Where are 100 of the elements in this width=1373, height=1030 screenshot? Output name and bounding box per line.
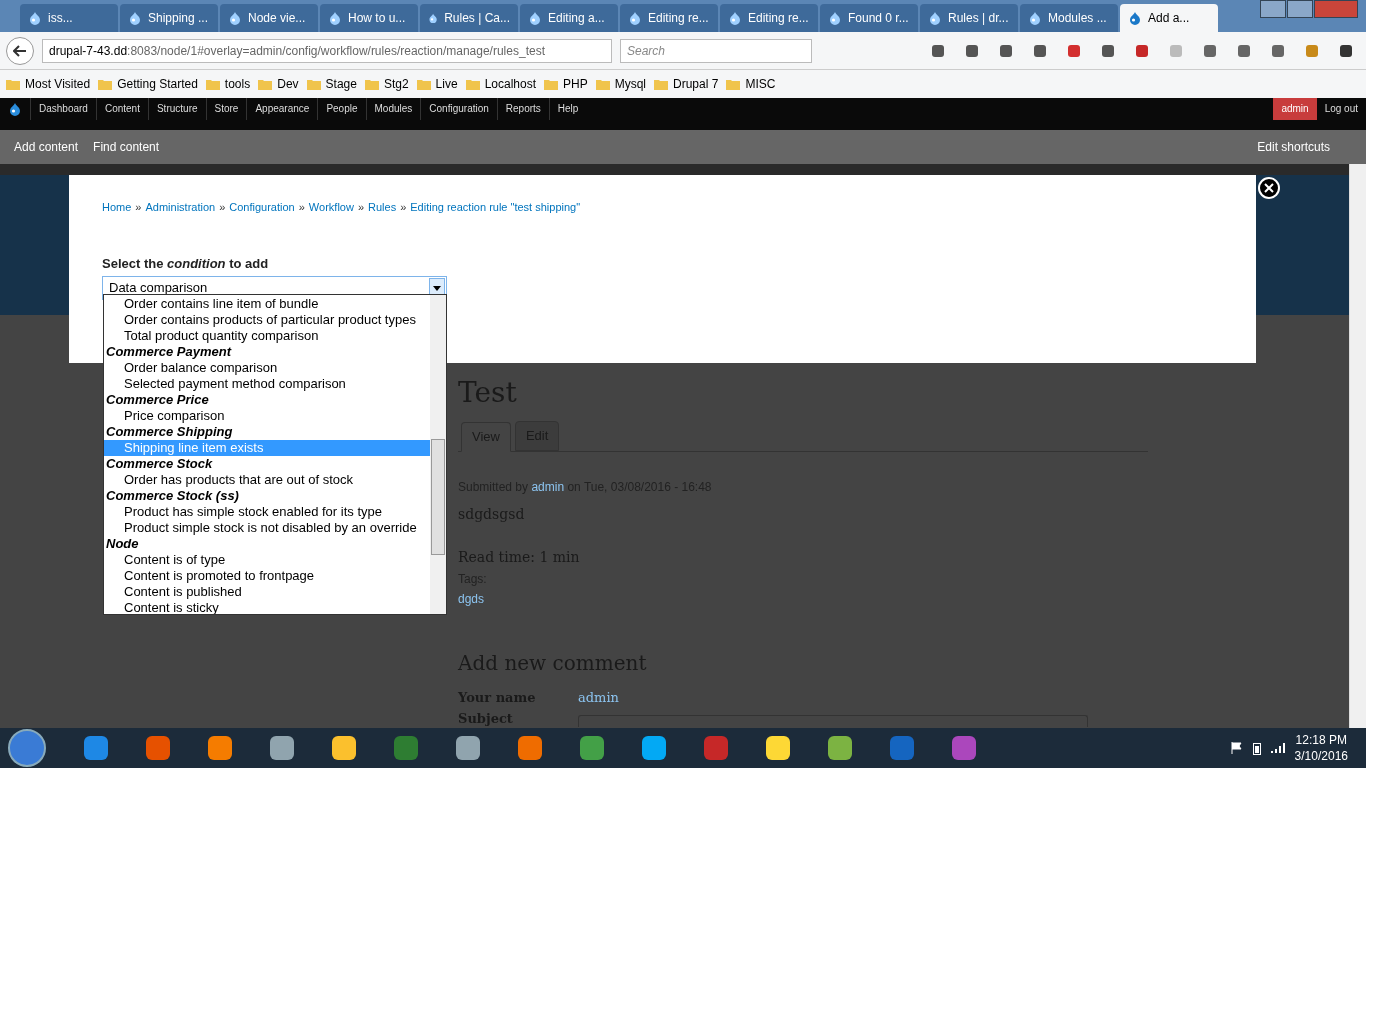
drupal-drop-icon [228,11,242,25]
dropdown-option[interactable]: Content is promoted to frontpage [104,568,430,584]
bookmark[interactable]: tools [205,75,251,93]
dropdown-option[interactable]: Order contains products of particular product types [104,312,430,328]
dropdown-caret-icon [433,285,441,291]
admin-user-link[interactable]: admin [1273,98,1317,120]
dropdown-option[interactable]: Total product quantity comparison [104,328,430,344]
dropdown-option[interactable]: Order has products that are out of stock [104,472,430,488]
browser-tab[interactable]: Editing a... [520,4,618,32]
drupal-drop-icon [28,11,42,25]
option-group-label: Commerce Shipping [105,424,234,440]
address-bar[interactable]: drupal-7-43.dd:8083/node/1#overlay=admin/config/workflow/rules/reaction/manage/rules_test [42,38,612,63]
browser-tab[interactable]: Add a... [1120,4,1218,32]
dropdown-option[interactable]: Product simple stock is not disabled by an override [104,520,430,536]
breadcrumb-link[interactable]: Administration [145,199,216,216]
minimize-button[interactable] [1260,0,1286,18]
drupal-drop-icon [1128,11,1142,25]
browser-tab[interactable]: Modules ... [1020,4,1118,32]
browser-tab[interactable]: Node vie... [220,4,318,32]
start-button[interactable] [8,729,46,767]
browser-tab[interactable]: How to u... [320,4,418,32]
browser-tab[interactable]: Editing re... [720,4,818,32]
dropdown-option[interactable]: Content is of type [104,552,430,568]
drupal-drop-icon [528,11,542,25]
drupal-drop-icon [1028,11,1042,25]
dropdown-option[interactable]: Selected payment method comparison [104,376,430,392]
option-group-label: Commerce Price [105,392,210,408]
clock-time: 12:18 PM [1295,732,1347,748]
bookmark[interactable]: Stg2 [364,75,409,93]
folder-icon [306,78,321,90]
signal-icon [1270,743,1285,753]
toolbar-icon[interactable] [1236,42,1252,59]
breadcrumb-separator: » [356,200,365,215]
breadcrumb-link[interactable]: Rules [368,199,397,216]
toolbar-icon[interactable] [1032,42,1048,59]
bookmark[interactable]: PHP [544,75,588,93]
folder-icon [654,78,669,90]
breadcrumb-separator: » [399,200,408,215]
toolbar-icon[interactable] [1100,42,1116,59]
breadcrumb-link[interactable]: Workflow [308,199,354,216]
back-arrow-icon [13,44,27,57]
drupal-drop-icon [8,102,22,116]
bookmark[interactable]: Getting Started [98,75,198,93]
toolbar-icon[interactable] [964,42,980,59]
tag-link[interactable]: dgds [458,589,1349,608]
option-group-label: Commerce Payment [105,344,233,360]
browser-tab[interactable]: Rules | dr... [920,4,1018,32]
toolbar-icon[interactable] [1270,42,1286,59]
toolbar-icon[interactable] [1338,42,1354,59]
close-icon [1264,183,1274,193]
battery-icon [1252,741,1261,755]
bookmark[interactable]: MISC [726,75,776,93]
browser-tab[interactable]: iss... [20,4,118,32]
option-group-label: Node [105,536,140,552]
folder-icon [726,78,741,90]
browser-tab[interactable]: Found 0 r... [820,4,918,32]
shortcut-link[interactable]: Find content [93,138,160,156]
folder-icon [544,78,558,90]
bookmark[interactable]: Most Visited [6,75,91,93]
bookmark[interactable]: Dev [258,75,299,93]
folder-icon [364,78,379,90]
dropdown-option[interactable]: Product has simple stock enabled for its type [104,504,430,520]
breadcrumb-separator: » [134,200,143,215]
back-button[interactable] [6,36,34,65]
logout-link[interactable]: Log out [1316,98,1366,120]
author-link[interactable]: admin [531,479,565,494]
drupal-drop-icon [428,11,439,25]
folder-icon [416,78,431,90]
toolbar-icon[interactable] [1202,42,1218,59]
bookmark[interactable]: Drupal 7 [654,75,719,93]
dropdown-option[interactable]: Content is published [104,584,430,600]
breadcrumb-link[interactable]: Home [102,199,132,216]
breadcrumb-separator: » [218,200,227,215]
folder-icon [465,78,480,90]
drupal-drop-icon [828,11,842,25]
name-value: admin [578,688,619,707]
browser-tab[interactable]: Shipping ... [120,4,218,32]
folder-icon [98,78,113,90]
dropdown-option[interactable]: Content is sticky [104,600,430,614]
bookmark[interactable]: Live [416,75,458,93]
toolbar-icon[interactable] [998,42,1014,59]
edit-shortcuts-link[interactable]: Edit shortcuts [1257,138,1352,156]
breadcrumb-link[interactable]: Editing reaction rule "test shipping" [410,199,581,216]
subject-field[interactable] [578,715,1088,727]
breadcrumb-link[interactable]: Configuration [229,199,295,216]
bookmark[interactable]: Localhost [465,75,536,93]
toolbar-icon[interactable] [930,42,946,59]
drupal-drop-icon [628,11,642,25]
toolbar-icon[interactable] [1134,42,1150,59]
browser-tab[interactable]: Editing re... [620,4,718,32]
browser-tab[interactable]: Rules | Ca... [420,4,518,32]
breadcrumb-separator: » [297,200,306,215]
bookmark[interactable]: Mysql [595,75,647,93]
dropdown-option[interactable]: Price comparison [104,408,430,424]
bookmark[interactable]: Stage [306,75,357,93]
dropdown-option[interactable]: Order balance comparison [104,360,430,376]
maximize-button[interactable] [1287,0,1313,18]
drupal-drop-icon [928,11,942,25]
shortcut-link[interactable]: Add content [14,138,79,156]
search-field[interactable]: Search [620,38,812,63]
